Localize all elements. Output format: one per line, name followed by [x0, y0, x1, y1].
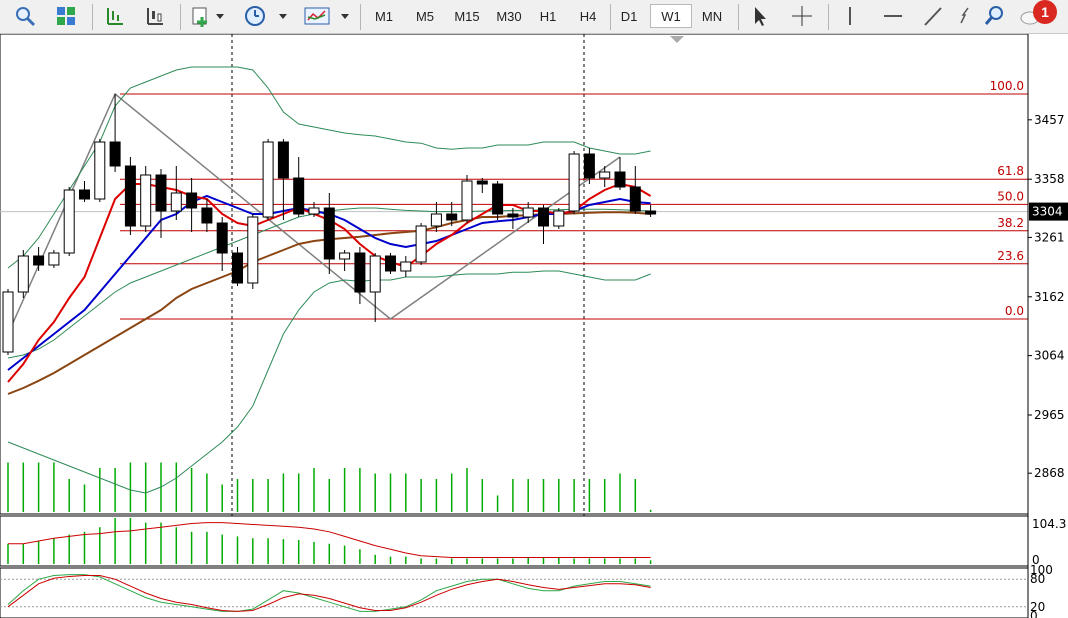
candle-body — [614, 171, 626, 188]
candlestick-chart-icon[interactable] — [140, 4, 168, 28]
osc2-tick-label: 0 — [1030, 609, 1038, 618]
search-icon[interactable] — [980, 4, 1010, 28]
candle-body — [492, 183, 504, 215]
fib-level-label: 61.8 — [997, 164, 1024, 178]
candle-body — [308, 207, 320, 215]
candle-body — [109, 141, 121, 167]
candle-body — [48, 252, 60, 266]
separator — [738, 4, 739, 30]
templates-icon[interactable] — [302, 4, 352, 28]
candle-body — [201, 207, 213, 224]
candle-body — [400, 261, 412, 272]
tile-windows-icon[interactable] — [52, 4, 80, 28]
candle-body — [323, 207, 335, 260]
timeframe-m5[interactable]: M5 — [408, 4, 442, 28]
candle-body — [369, 255, 381, 293]
candle-body — [415, 225, 427, 263]
candle-body — [186, 192, 198, 209]
candle-body — [232, 252, 243, 284]
timeframe-m1[interactable]: M1 — [367, 4, 401, 28]
candle-body — [262, 141, 274, 218]
timeframe-h4[interactable]: H4 — [573, 4, 603, 28]
candle-body — [629, 186, 641, 212]
candle-body — [339, 252, 351, 260]
candle-body — [155, 174, 167, 212]
timeframe-mn[interactable]: MN — [696, 4, 728, 28]
periodicity-clock-icon[interactable] — [242, 4, 290, 28]
fib-level-label: 0.0 — [1005, 304, 1024, 318]
timeframe-d1[interactable]: D1 — [614, 4, 644, 28]
candle-body — [446, 213, 458, 221]
candle-body — [170, 192, 182, 212]
candle-body — [461, 180, 473, 221]
candle-body — [63, 189, 75, 254]
candle-body — [293, 177, 305, 215]
osc1-pane-frame — [0, 515, 1029, 567]
chart-area[interactable]: 100.061.850.038.223.60.0 104.30 80100200… — [0, 34, 1068, 618]
candle-body — [599, 171, 611, 179]
bar-chart-icon[interactable] — [100, 4, 128, 28]
candle-body — [94, 141, 106, 200]
zoom-in-icon[interactable] — [10, 4, 40, 28]
candle-body — [79, 189, 90, 200]
candle-body — [2, 291, 14, 353]
candle-body — [33, 255, 45, 266]
price-tick-label: 3457 — [1034, 113, 1065, 127]
price-tick-label: 3358 — [1034, 172, 1065, 186]
timeframe-m15[interactable]: M15 — [447, 4, 487, 28]
new-order-icon[interactable] — [188, 4, 228, 28]
crosshair-icon[interactable] — [788, 4, 816, 28]
timeframe-w1[interactable]: W1 — [650, 4, 692, 28]
candle-body — [430, 213, 442, 227]
toolbar: M1 M5 M15 M30 H1 H4 D1 W1 MN 1 — [0, 0, 1068, 34]
trendline-icon[interactable] — [918, 4, 948, 28]
separator — [610, 4, 611, 30]
osc2-tick-label: 100 — [1030, 563, 1053, 577]
timeframe-m30[interactable]: M30 — [489, 4, 529, 28]
candle-body — [124, 165, 136, 227]
price-tick-label: 2868 — [1034, 466, 1065, 480]
fib-level-label: 38.2 — [997, 216, 1024, 230]
price-tick-label: 3261 — [1034, 230, 1065, 244]
price-tick-label: 2965 — [1034, 408, 1065, 422]
fib-level-label: 23.6 — [997, 249, 1024, 263]
candle-body — [583, 153, 595, 179]
price-tick-label: 3064 — [1034, 349, 1065, 363]
notification-badge[interactable]: 1 — [1033, 0, 1057, 24]
candle-body — [140, 174, 152, 227]
price-tick-label: 3162 — [1034, 290, 1065, 304]
candle-body — [553, 210, 565, 227]
fibonacci-tool-icon[interactable] — [954, 4, 976, 28]
oscillator-pane-1: 104.30 — [0, 515, 1066, 567]
candle-body — [385, 255, 396, 272]
candle-body — [247, 216, 259, 284]
candle-body — [522, 207, 534, 218]
osc2-pane-frame — [0, 567, 1029, 618]
fib-level-label: 50.0 — [997, 189, 1024, 203]
osc1-tick-label: 104.3 — [1032, 517, 1066, 531]
candle-body — [538, 207, 549, 227]
separator — [828, 4, 829, 30]
candle-body — [645, 210, 657, 215]
candle-body — [507, 213, 519, 218]
fib-level-label: 100.0 — [990, 79, 1024, 93]
candle-body — [568, 153, 580, 212]
current-price-label: 3304 — [1032, 205, 1063, 219]
candle-body — [476, 180, 488, 185]
separator — [180, 4, 181, 30]
oscillator-pane-2: 80100200 — [0, 563, 1053, 618]
candle-body — [216, 222, 228, 254]
vertical-line-icon[interactable] — [838, 4, 862, 28]
cursor-arrow-icon[interactable] — [746, 4, 774, 28]
separator — [92, 4, 93, 30]
separator — [360, 4, 361, 30]
horizontal-line-icon[interactable] — [878, 4, 908, 28]
candle-body — [354, 252, 366, 293]
candle-body — [17, 255, 29, 293]
timeframe-h1[interactable]: H1 — [533, 4, 563, 28]
candle-body — [277, 141, 289, 179]
